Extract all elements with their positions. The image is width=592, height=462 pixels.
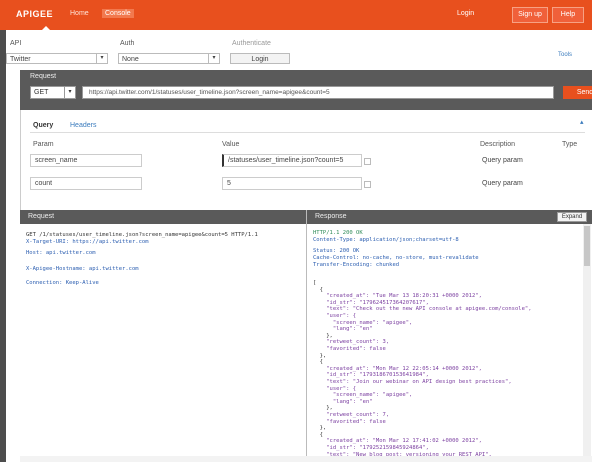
param-name-field[interactable]: count xyxy=(30,177,142,190)
request-header-line: X-Target-URI: https://api.twitter.com xyxy=(26,239,149,245)
api-select[interactable]: Twitter ▾ xyxy=(6,53,108,64)
param-description: Query param xyxy=(482,157,523,164)
tab-query[interactable]: Query xyxy=(33,122,53,129)
response-header-line: Status: 200 OK xyxy=(313,248,360,254)
response-body-line: "created_at": "Mon Mar 12 17:41:02 +0000… xyxy=(313,438,482,445)
response-body-line: "screen_name": "apigee", xyxy=(313,392,413,399)
response-body-line: "screen_name": "apigee", xyxy=(313,319,413,326)
request-log-panel: Request GET /1/statuses/user_timeline.js… xyxy=(20,210,306,462)
response-body-line: [ xyxy=(313,280,317,286)
response-body-line: "id_str": "179318670153641984", xyxy=(313,372,429,379)
auth-select[interactable]: None ▾ xyxy=(118,53,220,64)
response-body-line: "lang": "en" xyxy=(313,326,373,333)
url-input[interactable]: https://api.twitter.com/1/statuses/user_… xyxy=(82,86,554,99)
response-header-line: Content-Type: application/json;charset=u… xyxy=(313,237,459,243)
response-body-line: }, xyxy=(313,405,333,412)
auth-label: Auth xyxy=(120,40,135,47)
col-param: Param xyxy=(33,141,54,148)
response-body-line: "id_str": "179252159845924864", xyxy=(313,445,429,451)
tab-headers[interactable]: Headers xyxy=(70,122,96,129)
api-label: API xyxy=(10,40,22,47)
response-body-line: "user": { xyxy=(313,313,357,319)
param-checkbox[interactable] xyxy=(364,158,371,165)
request-bar: Request GET ▾ https://api.twitter.com/1/… xyxy=(20,70,592,110)
method-select[interactable]: GET ▾ xyxy=(30,86,76,99)
authenticate-label: Authenticate xyxy=(232,40,271,47)
response-body-line: "favorited": false xyxy=(313,418,386,425)
response-body-line: "id_str": "179624517364207617", xyxy=(313,299,429,306)
chevron-down-icon: ▾ xyxy=(64,87,75,98)
api-config-section xyxy=(6,30,592,70)
tab-divider xyxy=(30,132,585,133)
response-body-line: "text": "Join our webinar on API design … xyxy=(313,379,512,385)
col-type: Type xyxy=(562,141,578,148)
response-body-line: "user": { xyxy=(313,385,357,392)
param-name-field[interactable]: screen_name xyxy=(30,154,142,167)
param-description: Query param xyxy=(482,180,523,187)
request-line: GET /1/statuses/user_timeline.json?scree… xyxy=(26,232,258,238)
response-body-line: "retweet_count": 7, xyxy=(313,412,390,418)
response-scrollbar[interactable] xyxy=(583,224,591,460)
horizontal-scrollbar[interactable] xyxy=(20,456,592,462)
help-button[interactable]: Help xyxy=(552,7,584,23)
request-header-line: Host: api.twitter.com xyxy=(26,250,96,256)
param-value-field[interactable]: 5 xyxy=(222,177,362,190)
nav-home[interactable]: Home xyxy=(70,10,89,17)
response-panel: Response Expand HTTP/1.1 200 OK Content-… xyxy=(306,210,592,462)
response-body-line: "text": "Check out the new API console a… xyxy=(313,306,532,313)
col-value: Value xyxy=(222,141,240,148)
response-body-line: }, xyxy=(313,332,333,339)
response-body: [ { "created_at": "Tue Mar 13 18:20:31 +… xyxy=(313,280,589,460)
send-button[interactable]: Send xyxy=(563,86,592,99)
response-body-line: }, xyxy=(313,352,327,359)
response-body-line: }, xyxy=(313,425,327,432)
login-link[interactable]: Login xyxy=(457,10,474,17)
response-panel-header: Response xyxy=(307,210,592,224)
chevron-down-icon: ▾ xyxy=(96,54,107,63)
response-body-line: "retweet_count": 3, xyxy=(313,339,390,346)
col-description: Description xyxy=(480,141,516,148)
response-body-line: "favorited": false xyxy=(313,346,386,352)
brand-logo[interactable]: APIGEE xyxy=(16,9,53,19)
request-label: Request xyxy=(30,73,57,80)
collapse-icon[interactable]: ▴ xyxy=(580,118,584,126)
param-checkbox[interactable] xyxy=(364,181,371,188)
expand-button[interactable]: Expand xyxy=(557,212,587,222)
request-header-line: X-Apigee-Hostname: api.twitter.com xyxy=(26,266,139,272)
request-header-line: Connection: Keep-Alive xyxy=(26,280,99,286)
response-header-line: Cache-Control: no-cache, no-store, must-… xyxy=(313,255,479,261)
request-panel-header: Request xyxy=(20,210,306,224)
login-auth-button[interactable]: Login xyxy=(230,53,290,64)
scrollbar-thumb[interactable] xyxy=(584,226,590,266)
chevron-down-icon: ▾ xyxy=(208,54,219,63)
left-rail xyxy=(0,30,6,462)
top-nav-bar: APIGEE Home Console Login Sign up Help xyxy=(0,0,592,30)
signup-button[interactable]: Sign up xyxy=(512,7,548,23)
response-status: HTTP/1.1 200 OK xyxy=(313,230,363,236)
response-body-line: { xyxy=(313,431,323,438)
response-body-line: "created_at": "Mon Mar 12 22:05:14 +0000… xyxy=(313,365,482,372)
param-value-field[interactable]: /statuses/user_timeline.json?count=5 xyxy=(222,154,362,167)
response-body-line: "created_at": "Tue Mar 13 18:20:31 +0000… xyxy=(313,293,482,300)
response-header-line: Transfer-Encoding: chunked xyxy=(313,262,400,268)
nav-console[interactable]: Console xyxy=(102,9,134,18)
response-body-line: { xyxy=(313,286,323,293)
response-body-line: { xyxy=(313,359,323,366)
response-body-line: "lang": "en" xyxy=(313,398,373,405)
tools-link[interactable]: Tools xyxy=(558,52,572,58)
